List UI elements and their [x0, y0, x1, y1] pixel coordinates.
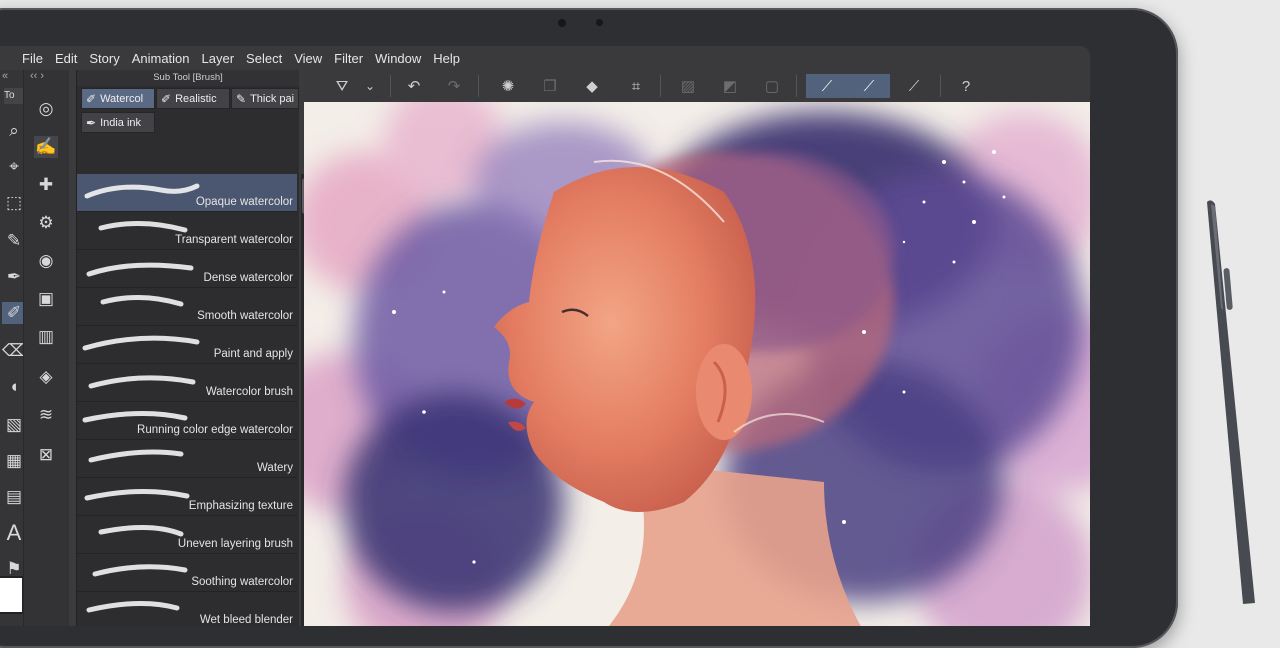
brush-item[interactable]: Watercolor brush: [77, 364, 297, 402]
tool-palette: « To ⌕ ⌖ ⬚ ✎ ✒ ✐ ⌫ ◖ ▧ ▦ ▤ A ⚑: [0, 70, 26, 626]
brush-item[interactable]: Paint and apply: [77, 326, 297, 364]
tab-label: Realistic: [175, 92, 217, 105]
brush-item[interactable]: Smooth watercolor: [77, 288, 297, 326]
tool-tab-label: To: [4, 90, 15, 101]
transform-icon[interactable]: ⌗: [622, 74, 650, 98]
undo-icon[interactable]: ↶: [400, 74, 428, 98]
sensor-dot: [596, 19, 603, 26]
brush-item[interactable]: Soothing watercolor: [77, 554, 297, 592]
brush-stroke-preview: [88, 375, 196, 389]
drawing-canvas[interactable]: [304, 102, 1090, 626]
layer-property-icon[interactable]: ◈: [34, 366, 58, 388]
brush-name: Opaque watercolor: [195, 196, 293, 208]
menu-filter[interactable]: Filter: [328, 51, 369, 66]
tab-thick-paint[interactable]: ✎ Thick pai: [231, 88, 299, 109]
brush-item[interactable]: Wet bleed blender: [77, 592, 297, 626]
brush-stroke-preview: [82, 335, 200, 351]
brush-name: Watercolor brush: [205, 386, 293, 398]
app-logo-icon[interactable]: [0, 50, 16, 66]
brush-stroke-icon[interactable]: ⟋: [848, 74, 890, 98]
brush-tab-icon: ✐: [86, 91, 97, 106]
brush-item[interactable]: Running color edge watercolor: [77, 402, 297, 440]
clear-selection-icon[interactable]: ✺: [494, 74, 522, 98]
add-sub-tool-icon[interactable]: ✚: [34, 174, 58, 196]
brush-name: Transparent watercolor: [175, 234, 293, 246]
brush-name: Paint and apply: [213, 348, 293, 360]
tab-label: India ink: [100, 116, 142, 129]
tab-watercolor[interactable]: ✐ Watercol: [81, 88, 155, 109]
brush-name: Soothing watercolor: [191, 576, 293, 588]
zoom-sub-icon[interactable]: ◎: [34, 98, 58, 120]
menu-file[interactable]: File: [16, 51, 49, 66]
copy-layer-icon[interactable]: ❐: [536, 74, 564, 98]
brush-stroke-preview: [88, 449, 184, 463]
brush-tab-icon: ✒: [86, 115, 97, 130]
layer-mask-icon[interactable]: ▢: [758, 74, 786, 98]
menu-story[interactable]: Story: [83, 51, 125, 66]
brush-name: Dense watercolor: [203, 272, 293, 284]
menu-view[interactable]: View: [288, 51, 328, 66]
brush-stroke-preview: [84, 488, 190, 501]
brush-name: Watery: [257, 462, 293, 474]
menu-edit[interactable]: Edit: [49, 51, 83, 66]
sub-tool-header: Sub Tool [Brush]: [77, 70, 299, 86]
brush-name: Emphasizing texture: [188, 500, 293, 512]
sub-tool-group-column: ‹‹ › ◎ ✍ ✚ ⚙ ◉ ▣ ▥ ◈ ≋ ⊠: [23, 70, 69, 626]
help-icon[interactable]: ?: [952, 74, 980, 98]
tab-india-ink[interactable]: ✒ India ink: [81, 112, 155, 133]
color-wheel-icon[interactable]: ▣: [34, 288, 58, 310]
hide-selection-icon[interactable]: ▨: [674, 74, 702, 98]
app-screen: File Edit Story Animation Layer Select V…: [0, 46, 1090, 626]
sub-tool-panel: Sub Tool [Brush] ✐ Watercol ✐ Realistic …: [76, 70, 309, 626]
reference-icon[interactable]: ◩: [716, 74, 744, 98]
brush-tab-icon: ✎: [236, 91, 247, 106]
command-bar: ⛛ ⌄ ↶ ↷ ✺ ❐ ◆ ⌗ ▨ ◩ ▢ ⟋ ⟋ ⟋ ?: [304, 70, 1090, 103]
brush-stroke-preview: [92, 564, 188, 577]
brush-item[interactable]: Uneven layering brush: [77, 516, 297, 554]
brush-name: Wet bleed blender: [199, 614, 293, 626]
artwork-illustration: [304, 102, 1090, 626]
tab-label: Watercol: [100, 92, 144, 105]
menu-help[interactable]: Help: [427, 51, 466, 66]
color-history-icon[interactable]: ▥: [34, 326, 58, 348]
stylus-pen: [1207, 200, 1255, 604]
brush-item[interactable]: Transparent watercolor: [77, 212, 297, 250]
menu-layer[interactable]: Layer: [196, 51, 241, 66]
brush-name: Smooth watercolor: [197, 310, 293, 322]
tablet-device: File Edit Story Animation Layer Select V…: [0, 8, 1178, 648]
menu-select[interactable]: Select: [240, 51, 288, 66]
menu-bar: File Edit Story Animation Layer Select V…: [0, 46, 1090, 70]
menu-window[interactable]: Window: [369, 51, 427, 66]
brush-stroke-preview: [100, 294, 184, 307]
brush-item[interactable]: Dense watercolor: [77, 250, 297, 288]
brush-stroke-preview: [86, 601, 180, 613]
main-color-swatch[interactable]: [0, 576, 24, 614]
front-camera: [558, 19, 566, 27]
dropdown-chevron-icon[interactable]: ⌄: [356, 74, 384, 98]
brush-name: Running color edge watercolor: [137, 424, 293, 436]
tool-tab[interactable]: To: [4, 88, 23, 104]
brush-item[interactable]: Watery: [77, 440, 297, 478]
brush-stroke-preview: [86, 262, 194, 277]
panel-arrows-icon[interactable]: ‹‹ ›: [30, 70, 44, 84]
brush-item[interactable]: Emphasizing texture: [77, 478, 297, 516]
redo-icon[interactable]: ↷: [440, 74, 468, 98]
brush-size-icon[interactable]: ◉: [34, 250, 58, 272]
menu-animation[interactable]: Animation: [126, 51, 196, 66]
tab-realistic[interactable]: ✐ Realistic: [156, 88, 230, 109]
brush-name: Uneven layering brush: [177, 538, 293, 550]
sub-tool-settings-icon[interactable]: ⚙: [34, 212, 58, 234]
layer-icon[interactable]: ≋: [34, 404, 58, 426]
fill-bucket-icon[interactable]: ⛛: [328, 74, 356, 98]
brush-tab-icon: ✐: [161, 91, 172, 106]
collapse-panel-icon[interactable]: «: [2, 70, 8, 84]
stroke-correct-icon[interactable]: ⟋: [806, 74, 848, 98]
material-icon[interactable]: ⊠: [34, 444, 58, 466]
brush-item[interactable]: Opaque watercolor: [77, 174, 297, 212]
tab-label: Thick pai: [250, 92, 295, 105]
sub-tool-brush-icon[interactable]: ✍: [34, 136, 58, 158]
brush-stroke-preview: [84, 183, 200, 199]
ruler-pen-icon[interactable]: ⟋: [900, 74, 928, 98]
fill-icon[interactable]: ◆: [578, 74, 606, 98]
